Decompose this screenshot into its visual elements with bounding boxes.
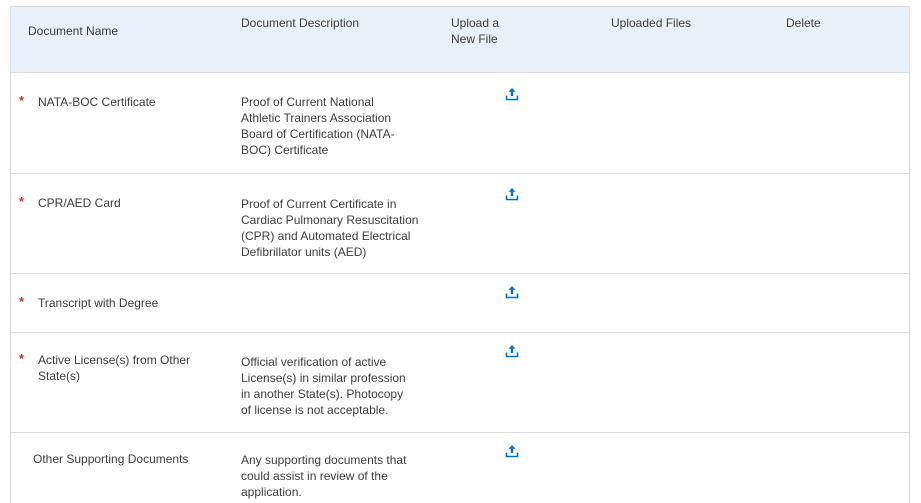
upload-icon[interactable] — [505, 444, 519, 458]
table-header: Document Name Document Description Uploa… — [11, 7, 909, 73]
required-marker: * — [19, 294, 25, 309]
document-name: Transcript with Degree — [38, 296, 159, 310]
table-row: * Active License(s) from Other State(s) … — [11, 333, 909, 433]
document-description: Official verification of active License(… — [241, 355, 406, 417]
table-row: * CPR/AED Card Proof of Current Certific… — [11, 174, 909, 274]
document-description: Any supporting documents that could assi… — [241, 453, 407, 499]
required-marker: * — [19, 194, 25, 209]
upload-icon[interactable] — [505, 344, 519, 358]
documents-table: Document Name Document Description Uploa… — [10, 6, 910, 503]
col-header-upload: Upload a New File — [451, 15, 499, 47]
document-description: Proof of Current Certificate in Cardiac … — [241, 197, 419, 259]
col-header-document-name: Document Name — [28, 24, 119, 38]
document-name: Other Supporting Documents — [33, 452, 189, 466]
col-header-delete: Delete — [786, 16, 821, 30]
table-row: * NATA-BOC Certificate Proof of Current … — [11, 73, 909, 174]
document-name: CPR/AED Card — [38, 196, 121, 210]
upload-icon[interactable] — [505, 187, 519, 201]
table-row: Other Supporting Documents Any supportin… — [11, 433, 909, 503]
upload-icon[interactable] — [505, 87, 519, 101]
required-marker: * — [19, 93, 25, 108]
document-name: Active License(s) from Other State(s) — [38, 353, 191, 383]
upload-icon[interactable] — [505, 285, 519, 299]
table-row: * Transcript with Degree — [11, 274, 909, 333]
col-header-document-description: Document Description — [241, 16, 360, 30]
col-header-upload-line2: New File — [451, 32, 498, 46]
col-header-uploaded-files: Uploaded Files — [611, 16, 692, 30]
document-description: Proof of Current National Athletic Train… — [241, 95, 395, 157]
required-marker: * — [19, 351, 25, 366]
col-header-upload-line1: Upload a — [451, 16, 500, 30]
document-name: NATA-BOC Certificate — [38, 95, 156, 109]
